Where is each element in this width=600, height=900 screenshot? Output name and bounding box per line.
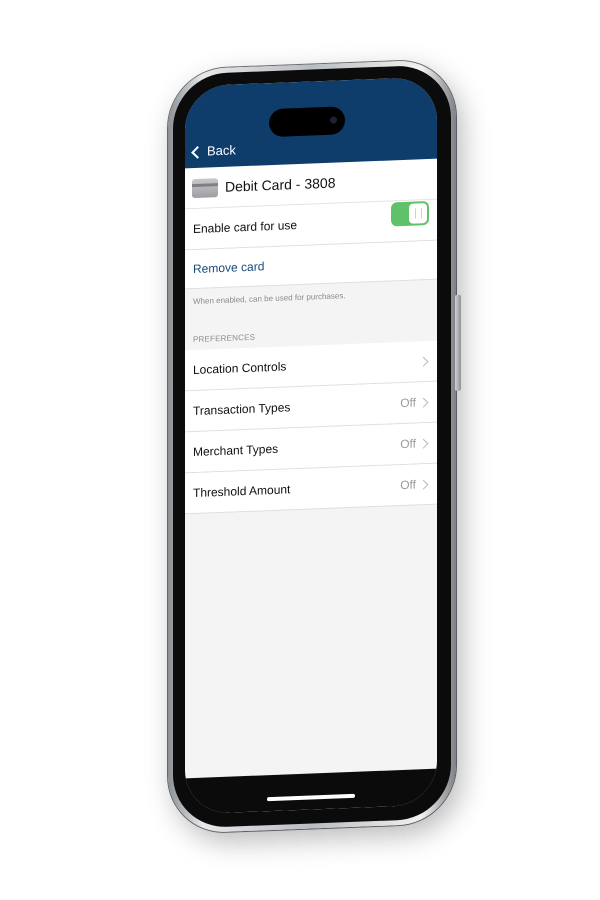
- chevron-left-icon: [191, 145, 204, 159]
- chevron-right-icon: [418, 479, 429, 490]
- pref-label: Location Controls: [193, 359, 287, 378]
- back-label: Back: [207, 142, 236, 159]
- screen-bottom-bezel: [185, 768, 437, 815]
- dynamic-island: [269, 106, 345, 138]
- phone-screen: Back Debit Card - 3808 Enable card for u…: [185, 76, 437, 815]
- phone-bezel: Back Debit Card - 3808 Enable card for u…: [173, 64, 451, 829]
- side-button: [455, 294, 461, 391]
- pref-label: Merchant Types: [193, 441, 279, 460]
- phone-frame: Back Debit Card - 3808 Enable card for u…: [168, 58, 461, 834]
- chevron-right-icon: [418, 397, 429, 408]
- chevron-right-icon: [418, 356, 429, 367]
- chevron-right-icon: [418, 438, 429, 449]
- card-title: Debit Card - 3808: [225, 174, 336, 195]
- enable-card-label: Enable card for use: [193, 218, 298, 237]
- pref-value: Off: [400, 477, 416, 493]
- back-button[interactable]: Back: [191, 142, 236, 159]
- pref-value: Off: [400, 395, 416, 411]
- enable-card-toggle[interactable]: [391, 200, 429, 227]
- camera-icon: [330, 116, 337, 124]
- pref-label: Threshold Amount: [193, 482, 291, 501]
- credit-card-icon: [192, 177, 218, 198]
- pref-label: Transaction Types: [193, 400, 291, 419]
- toggle-knob: [409, 203, 427, 224]
- pref-value: Off: [400, 436, 416, 452]
- remove-card-label: Remove card: [193, 259, 265, 277]
- mockup-stage: Back Debit Card - 3808 Enable card for u…: [0, 0, 600, 900]
- threshold-amount-row[interactable]: Threshold Amount Off: [185, 463, 437, 515]
